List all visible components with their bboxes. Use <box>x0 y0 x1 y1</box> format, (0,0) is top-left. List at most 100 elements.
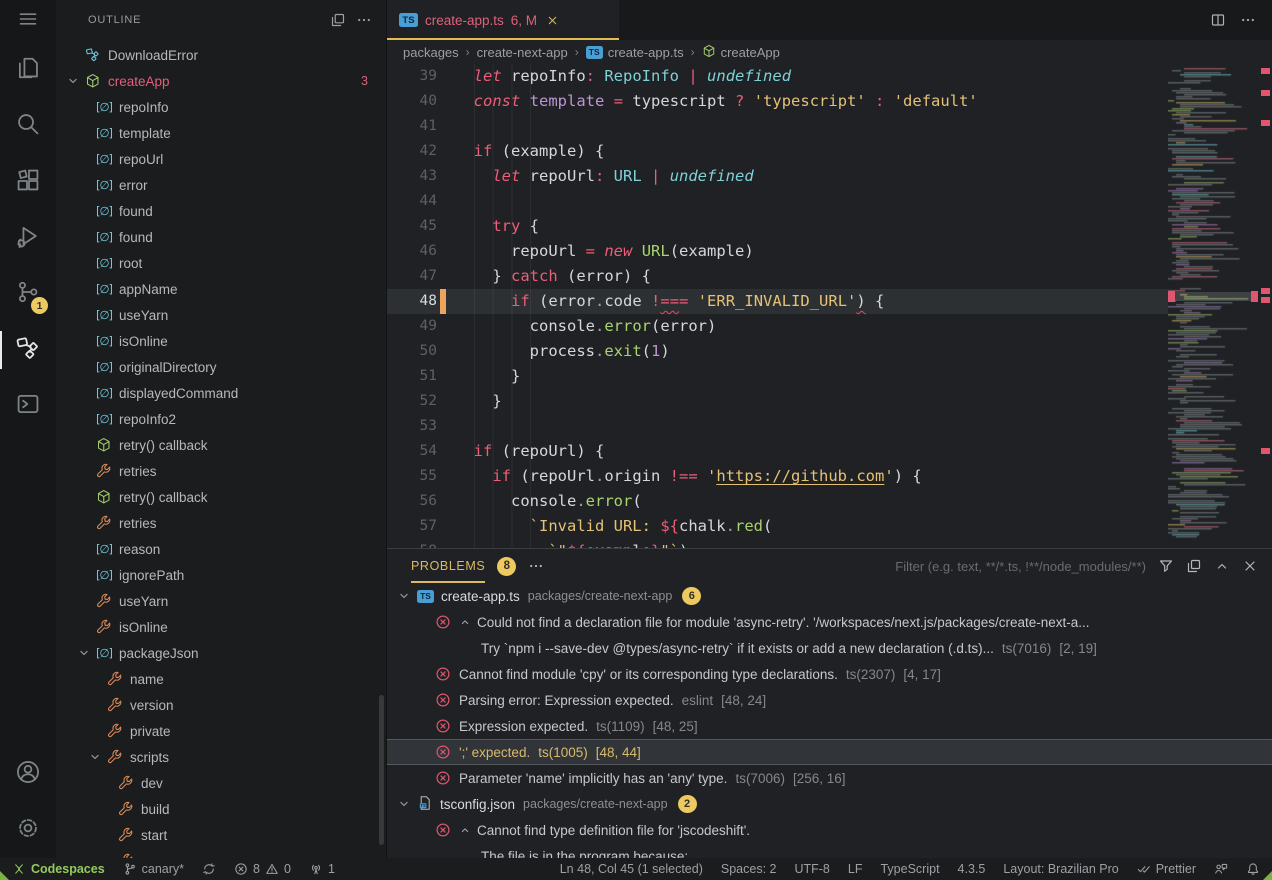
outline-item-repoinfo[interactable]: [∅]repoInfo <box>56 94 386 120</box>
notifications-button[interactable] <box>1246 862 1260 876</box>
cursor-position[interactable]: Ln 48, Col 45 (1 selected) <box>560 862 703 876</box>
layout-status[interactable]: Layout: Brazilian Pro <box>1003 862 1118 876</box>
line-number[interactable]: 50 <box>387 339 437 364</box>
line-number[interactable]: 48 <box>387 289 437 314</box>
tab-problems[interactable]: PROBLEMS <box>411 549 485 583</box>
code-line-43[interactable]: 43 let repoUrl: URL | undefined <box>387 164 1168 189</box>
line-number[interactable]: 56 <box>387 489 437 514</box>
outline-item-start[interactable]: start <box>56 822 386 848</box>
activity-item-explorer[interactable] <box>0 42 56 98</box>
sync-button[interactable] <box>202 862 216 876</box>
problems-file-row[interactable]: TScreate-app.tspackages/create-next-app6 <box>387 583 1272 609</box>
outline-item-useyarn[interactable]: [∅]useYarn <box>56 302 386 328</box>
code-line-46[interactable]: 46 repoUrl = new URL(example) <box>387 239 1168 264</box>
close-panel-icon[interactable] <box>1242 558 1258 574</box>
line-number[interactable]: 43 <box>387 164 437 189</box>
line-number[interactable]: 51 <box>387 364 437 389</box>
chevron-down-icon[interactable] <box>397 589 412 603</box>
activity-item-search[interactable] <box>0 98 56 154</box>
activity-item-settings[interactable] <box>0 802 56 858</box>
code-line-55[interactable]: 55 if (repoUrl.origin !== 'https://githu… <box>387 464 1168 489</box>
code-editor[interactable]: 39 let repoInfo: RepoInfo | undefined40 … <box>387 64 1272 548</box>
minimap[interactable] <box>1168 64 1258 548</box>
code-line-50[interactable]: 50 process.exit(1) <box>387 339 1168 364</box>
code-line-57[interactable]: 57 `Invalid URL: ${chalk.red( <box>387 514 1168 539</box>
problems-error-row[interactable]: Cannot find type definition file for 'js… <box>387 817 1272 843</box>
problems-related-row[interactable]: The file is in the program because: <box>387 843 1272 858</box>
line-number[interactable]: 53 <box>387 414 437 439</box>
code-line-44[interactable]: 44 <box>387 189 1168 214</box>
problems-error-row[interactable]: Parameter 'name' implicitly has an 'any'… <box>387 765 1272 791</box>
outline-item-repourl[interactable]: [∅]repoUrl <box>56 146 386 172</box>
encoding-status[interactable]: UTF-8 <box>794 862 829 876</box>
activity-item-account[interactable] <box>0 746 56 802</box>
chevron-down-icon[interactable] <box>88 750 104 764</box>
line-number[interactable]: 54 <box>387 439 437 464</box>
activity-item-menu[interactable] <box>0 0 56 42</box>
code-line-54[interactable]: 54 if (repoUrl) { <box>387 439 1168 464</box>
code-line-47[interactable]: 47 } catch (error) { <box>387 264 1168 289</box>
outline-item-ignorepath[interactable]: [∅]ignorePath <box>56 562 386 588</box>
outline-item-downloaderror[interactable]: DownloadError <box>56 42 386 68</box>
breadcrumb-item-createapp[interactable]: createApp <box>702 44 780 61</box>
chevron-down-icon[interactable] <box>66 74 82 88</box>
outline-item-retries[interactable]: retries <box>56 510 386 536</box>
problems-file-row[interactable]: TStsconfig.jsonpackages/create-next-app2 <box>387 791 1272 817</box>
outline-item-dev[interactable]: dev <box>56 770 386 796</box>
collapse-all-icon[interactable] <box>330 12 346 28</box>
outline-item-found[interactable]: [∅]found <box>56 198 386 224</box>
problems-status[interactable]: 8 0 <box>234 862 291 876</box>
filter-icon[interactable] <box>1158 558 1174 574</box>
problems-error-row[interactable]: Parsing error: Expression expected.eslin… <box>387 687 1272 713</box>
problems-error-row[interactable]: ';' expected.ts(1005)[48, 44] <box>387 739 1272 765</box>
tab-create-app-ts[interactable]: TS create-app.ts 6, M <box>387 0 619 40</box>
outline-item-createapp[interactable]: createApp3 <box>56 68 386 94</box>
line-number[interactable]: 49 <box>387 314 437 339</box>
line-number[interactable]: 40 <box>387 89 437 114</box>
outline-item-root[interactable]: [∅]root <box>56 250 386 276</box>
indentation-status[interactable]: Spaces: 2 <box>721 862 777 876</box>
outline-item-version[interactable]: version <box>56 692 386 718</box>
problems-filter-input[interactable] <box>846 559 1146 574</box>
outline-item-build[interactable]: build <box>56 796 386 822</box>
outline-item-retry-callback[interactable]: retry() callback <box>56 432 386 458</box>
panel-more-tabs-icon[interactable] <box>528 558 544 574</box>
line-number[interactable]: 47 <box>387 264 437 289</box>
outline-item-scripts[interactable]: scripts <box>56 744 386 770</box>
chevron-up-icon[interactable] <box>459 616 471 628</box>
outline-item-template[interactable]: [∅]template <box>56 120 386 146</box>
problems-related-row[interactable]: Try `npm i --save-dev @types/async-retry… <box>387 635 1272 661</box>
chevron-up-icon[interactable] <box>459 824 471 836</box>
code-line-58[interactable]: 58 `"${example}"`) <box>387 539 1168 548</box>
outline-item-found[interactable]: [∅]found <box>56 224 386 250</box>
line-number[interactable]: 46 <box>387 239 437 264</box>
problems-error-row[interactable]: Expression expected.ts(1109)[48, 25] <box>387 713 1272 739</box>
line-number[interactable]: 52 <box>387 389 437 414</box>
remote-indicator[interactable]: Codespaces <box>12 862 105 876</box>
code-line-40[interactable]: 40 const template = typescript ? 'typesc… <box>387 89 1168 114</box>
breadcrumb-item-create-app-ts[interactable]: TScreate-app.ts <box>586 45 684 60</box>
problems-error-row[interactable]: Cannot find module 'cpy' or its correspo… <box>387 661 1272 687</box>
outline-item-error[interactable]: [∅]error <box>56 172 386 198</box>
line-number[interactable]: 55 <box>387 464 437 489</box>
ts-version[interactable]: 4.3.5 <box>958 862 986 876</box>
code-line-39[interactable]: 39 let repoInfo: RepoInfo | undefined <box>387 64 1168 89</box>
outline-item-repoinfo2[interactable]: [∅]repoInfo2 <box>56 406 386 432</box>
code-line-45[interactable]: 45 try { <box>387 214 1168 239</box>
outline-item[interactable] <box>56 848 386 858</box>
code-line-42[interactable]: 42 if (example) { <box>387 139 1168 164</box>
outline-item-private[interactable]: private <box>56 718 386 744</box>
outline-item-retries[interactable]: retries <box>56 458 386 484</box>
code-line-53[interactable]: 53 <box>387 414 1168 439</box>
outline-item-originaldirectory[interactable]: [∅]originalDirectory <box>56 354 386 380</box>
sidebar-scrollbar[interactable] <box>379 695 384 845</box>
code-line-41[interactable]: 41 <box>387 114 1168 139</box>
branch-indicator[interactable]: canary* <box>123 862 184 876</box>
line-number[interactable]: 41 <box>387 114 437 139</box>
outline-item-reason[interactable]: [∅]reason <box>56 536 386 562</box>
outline-item-retry-callback[interactable]: retry() callback <box>56 484 386 510</box>
breadcrumb-item-create-next-app[interactable]: create-next-app <box>477 45 568 60</box>
activity-item-remote-terminal[interactable] <box>0 378 56 434</box>
problems-error-row[interactable]: Could not find a declaration file for mo… <box>387 609 1272 635</box>
chevron-down-icon[interactable] <box>397 797 412 811</box>
